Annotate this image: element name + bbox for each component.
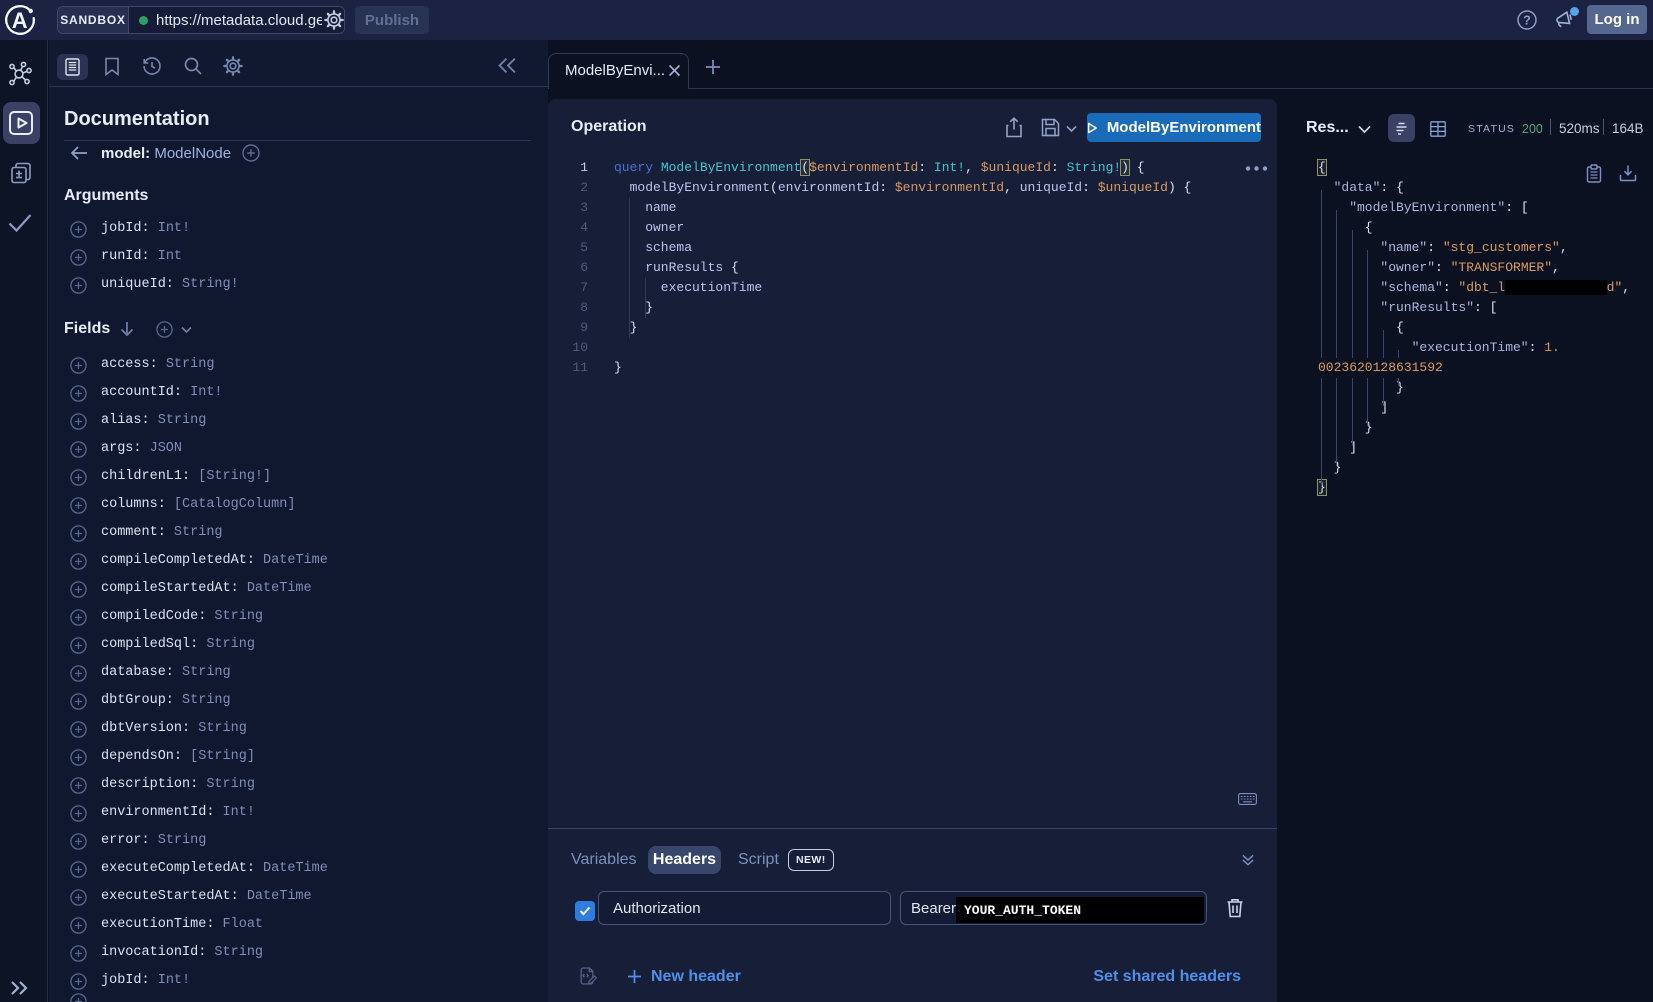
svg-text:A: A <box>12 8 28 33</box>
svg-text:?: ? <box>1523 14 1531 28</box>
